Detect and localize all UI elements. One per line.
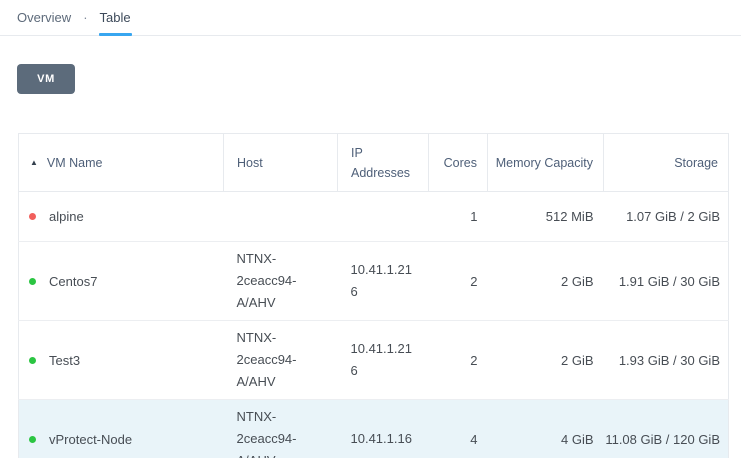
column-header-vm-name[interactable]: ▲ VM Name bbox=[19, 134, 224, 192]
table-row-centos7[interactable]: Centos7 NTNX-2ceacc94-A/AHV 10.41.1.216 … bbox=[19, 242, 729, 321]
tab-overview[interactable]: Overview bbox=[17, 0, 71, 35]
column-header-storage[interactable]: Storage bbox=[604, 134, 729, 192]
table-row-vprotect-node[interactable]: vProtect-Node NTNX-2ceacc94-A/AHV 10.41.… bbox=[19, 400, 729, 458]
storage-cell: 1.93 GiB / 30 GiB bbox=[604, 321, 729, 400]
power-status-icon bbox=[29, 278, 36, 285]
vm-table: ▲ VM Name Host IP Addresses Cores Memory… bbox=[18, 133, 729, 458]
power-status-icon bbox=[29, 436, 36, 443]
table-header: ▲ VM Name Host IP Addresses Cores Memory… bbox=[19, 134, 729, 192]
memory-cell: 512 MiB bbox=[488, 192, 604, 242]
vm-name: Centos7 bbox=[49, 274, 97, 289]
ip-cell: 10.41.1.216 bbox=[338, 242, 429, 321]
sort-asc-icon: ▲ bbox=[30, 159, 38, 167]
cores-cell: 2 bbox=[429, 321, 488, 400]
vm-name: Test3 bbox=[49, 353, 80, 368]
host-cell: NTNX-2ceacc94-A/AHV bbox=[224, 242, 338, 321]
column-header-cores[interactable]: Cores bbox=[429, 134, 488, 192]
memory-cell: 4 GiB bbox=[488, 400, 604, 458]
column-label: VM Name bbox=[47, 153, 103, 173]
column-header-ip-addresses[interactable]: IP Addresses bbox=[338, 134, 429, 192]
vm-name: alpine bbox=[49, 209, 84, 224]
view-tabs: Overview · Table bbox=[0, 0, 741, 36]
host-cell bbox=[224, 192, 338, 242]
column-header-memory-capacity[interactable]: Memory Capacity bbox=[488, 134, 604, 192]
power-status-icon bbox=[29, 357, 36, 364]
memory-cell: 2 GiB bbox=[488, 242, 604, 321]
table-row-test3[interactable]: Test3 NTNX-2ceacc94-A/AHV 10.41.1.216 2 … bbox=[19, 321, 729, 400]
power-status-icon bbox=[29, 213, 36, 220]
cores-cell: 1 bbox=[429, 192, 488, 242]
memory-cell: 2 GiB bbox=[488, 321, 604, 400]
host-cell: NTNX-2ceacc94-A/AHV bbox=[224, 321, 338, 400]
ip-cell: 10.41.1.216 bbox=[338, 321, 429, 400]
storage-cell: 1.91 GiB / 30 GiB bbox=[604, 242, 729, 321]
cores-cell: 2 bbox=[429, 242, 488, 321]
tab-table[interactable]: Table bbox=[100, 0, 131, 35]
host-cell: NTNX-2ceacc94-A/AHV bbox=[224, 400, 338, 458]
cores-cell: 4 bbox=[429, 400, 488, 458]
vm-name: vProtect-Node bbox=[49, 432, 132, 447]
table-row-alpine[interactable]: alpine 1 512 MiB 1.07 GiB / 2 GiB bbox=[19, 192, 729, 242]
storage-cell: 1.07 GiB / 2 GiB bbox=[604, 192, 729, 242]
column-header-host[interactable]: Host bbox=[224, 134, 338, 192]
ip-cell bbox=[338, 192, 429, 242]
vm-filter-button[interactable]: VM bbox=[17, 64, 75, 94]
tab-separator-dot: · bbox=[83, 11, 87, 24]
vm-dashboard-screen: Overview · Table VM ▲ VM Name Host IP Ad… bbox=[0, 0, 741, 458]
ip-cell: 10.41.1.16 bbox=[338, 400, 429, 458]
storage-cell: 11.08 GiB / 120 GiB bbox=[604, 400, 729, 458]
